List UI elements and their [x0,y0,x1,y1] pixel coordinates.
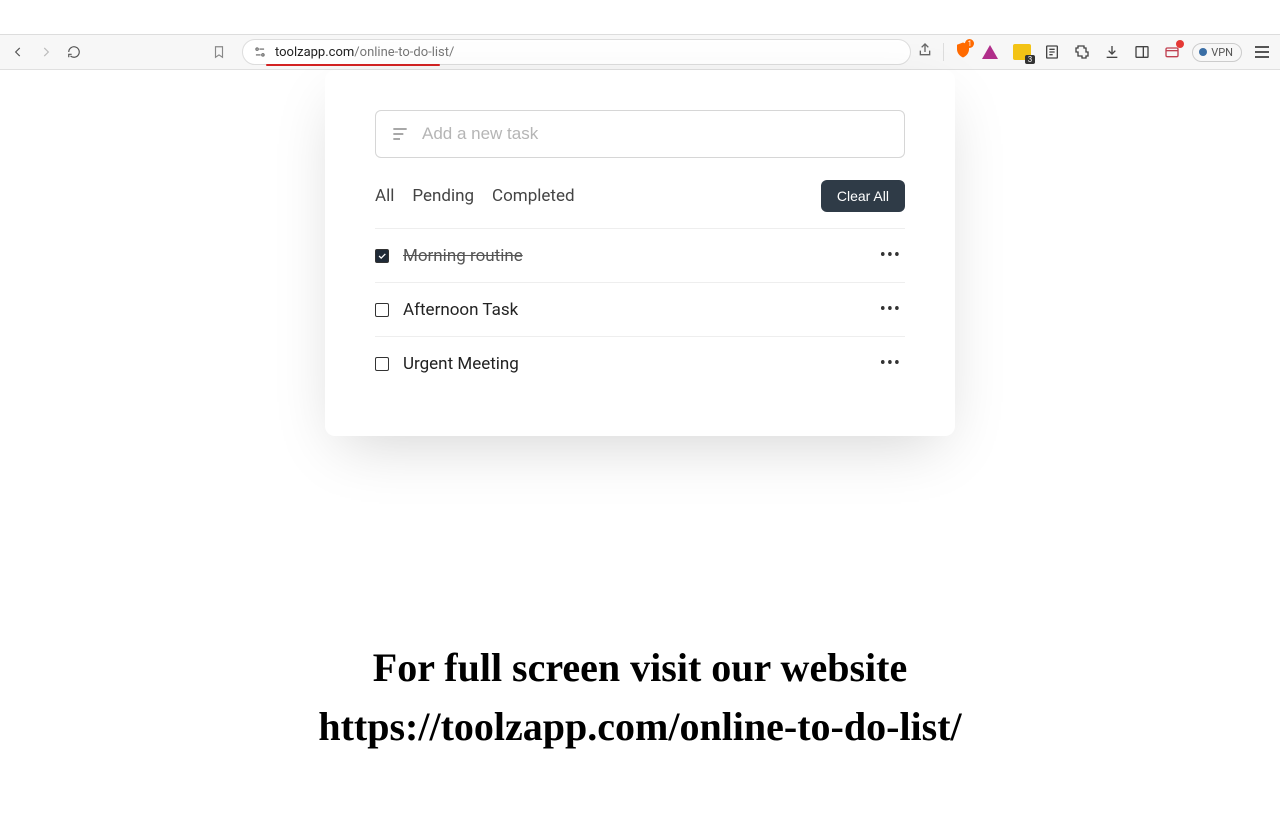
url-annotation-underline [266,64,440,66]
reader-icon[interactable] [1042,42,1062,62]
task-menu-icon[interactable]: ••• [876,245,905,266]
bookmark-icon[interactable] [210,44,228,60]
task-label: Urgent Meeting [403,354,519,374]
brave-rewards-icon[interactable] [982,45,998,59]
promo-footer: For full screen visit our website https:… [0,644,1280,750]
url-text: toolzapp.com/online-to-do-list/ [275,45,454,60]
list-icon [390,124,410,144]
add-task-row [375,110,905,158]
site-settings-icon[interactable] [253,45,267,59]
task-list: Morning routine ••• Afternoon Task ••• U… [375,229,905,390]
task-menu-icon[interactable]: ••• [876,299,905,320]
vpn-button[interactable]: VPN [1192,43,1242,62]
task-menu-icon[interactable]: ••• [876,353,905,374]
task-label: Morning routine [403,246,523,266]
wallet-icon[interactable] [1162,42,1182,62]
nav-forward-button[interactable] [36,42,56,62]
menu-button[interactable] [1252,42,1272,62]
nav-reload-button[interactable] [64,42,84,62]
extensions-icon[interactable] [1072,42,1092,62]
promo-line-1: For full screen visit our website [0,644,1280,691]
task-checkbox[interactable] [375,249,389,263]
vpn-status-dot [1199,48,1207,56]
browser-toolbar: toolzapp.com/online-to-do-list/ 1 3 [0,34,1280,70]
task-checkbox[interactable] [375,303,389,317]
notes-extension-icon[interactable]: 3 [1012,42,1032,62]
task-row: Urgent Meeting ••• [375,337,905,390]
brave-shield-icon[interactable]: 1 [954,41,972,63]
separator [943,43,944,61]
downloads-icon[interactable] [1102,42,1122,62]
filter-row: All Pending Completed Clear All [375,180,905,229]
filter-pending[interactable]: Pending [412,186,474,206]
task-row: Morning routine ••• [375,229,905,283]
sidebar-icon[interactable] [1132,42,1152,62]
add-task-input[interactable] [422,124,890,144]
share-icon[interactable] [917,42,933,62]
filter-all[interactable]: All [375,186,394,206]
todo-card: All Pending Completed Clear All Morning … [325,70,955,436]
clear-all-button[interactable]: Clear All [821,180,905,212]
filter-completed[interactable]: Completed [492,186,575,206]
task-row: Afternoon Task ••• [375,283,905,337]
shield-badge: 1 [965,39,974,48]
task-checkbox[interactable] [375,357,389,371]
task-label: Afternoon Task [403,300,518,320]
promo-line-2: https://toolzapp.com/online-to-do-list/ [0,703,1280,750]
nav-back-button[interactable] [8,42,28,62]
address-bar[interactable]: toolzapp.com/online-to-do-list/ 1 [236,39,1004,65]
